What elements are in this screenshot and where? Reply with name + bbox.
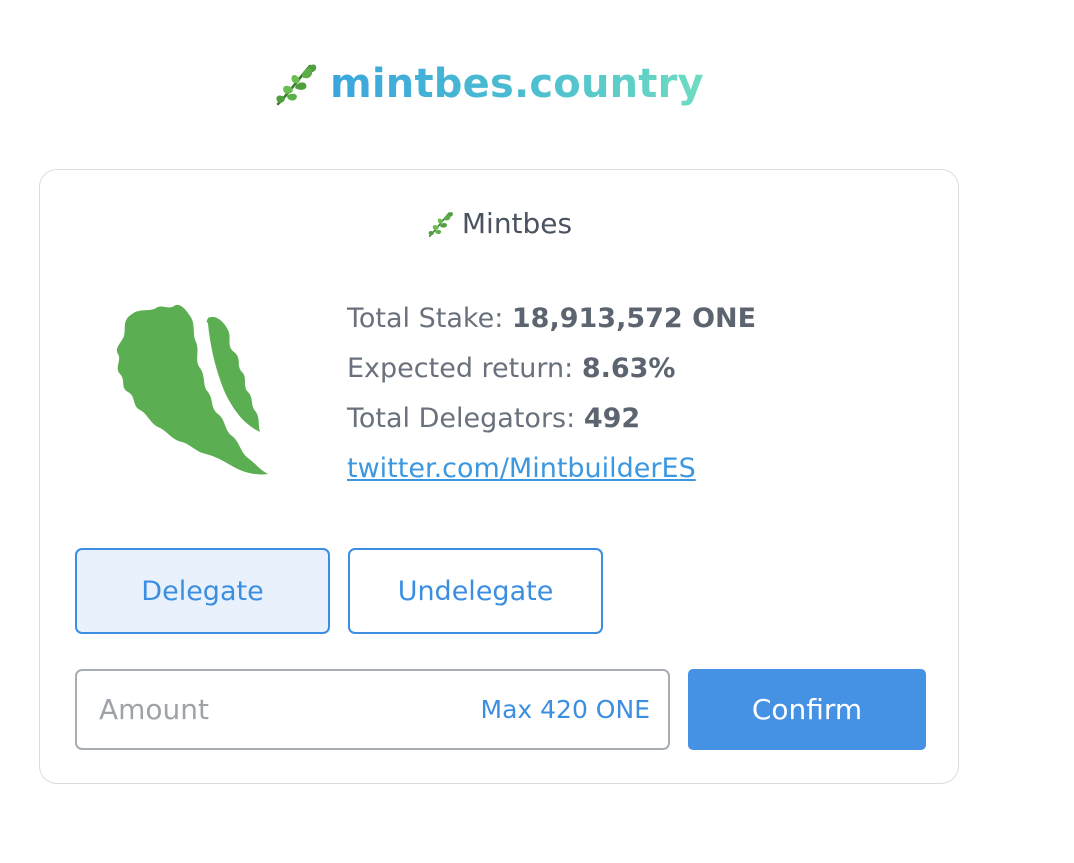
max-amount-label[interactable]: Max 420 ONE [481, 695, 650, 724]
total-delegators-label: Total Delegators: [347, 403, 576, 434]
total-stake-value: 18,913,572 ONE [511, 303, 757, 334]
validator-logo-leaf-icon [116, 304, 268, 475]
undelegate-button[interactable]: Undelegate [348, 548, 603, 634]
amount-field: Max 420 ONE [75, 669, 670, 750]
amount-input[interactable] [97, 692, 481, 727]
total-stake-row: Total Stake: 18,913,572 ONE [347, 294, 927, 344]
total-stake-label: Total Stake: [347, 303, 504, 334]
herb-sprig-icon [428, 212, 453, 237]
validator-name-row: Mintbes [40, 204, 958, 244]
validator-name: Mintbes [461, 207, 573, 240]
expected-return-label: Expected return: [347, 353, 574, 384]
validator-stats: Total Stake: 18,913,572 ONE Expected ret… [347, 294, 927, 494]
total-delegators-value: 492 [583, 403, 641, 434]
site-header: mintbes.country [272, 56, 704, 112]
validator-card: Mintbes Total Stake: 18,913,572 ONE Expe… [39, 169, 959, 784]
amount-row: Max 420 ONE Confirm [75, 669, 926, 750]
expected-return-value: 8.63% [581, 353, 676, 384]
delegate-button[interactable]: Delegate [75, 548, 330, 634]
twitter-link[interactable]: twitter.com/MintbuilderES [347, 444, 696, 494]
expected-return-row: Expected return: 8.63% [347, 344, 927, 394]
herb-sprig-icon [276, 64, 317, 106]
delegation-tabs: Delegate Undelegate [75, 548, 603, 634]
confirm-button[interactable]: Confirm [688, 669, 926, 750]
site-title: mintbes.country [330, 56, 704, 112]
total-delegators-row: Total Delegators: 492 [347, 394, 927, 444]
